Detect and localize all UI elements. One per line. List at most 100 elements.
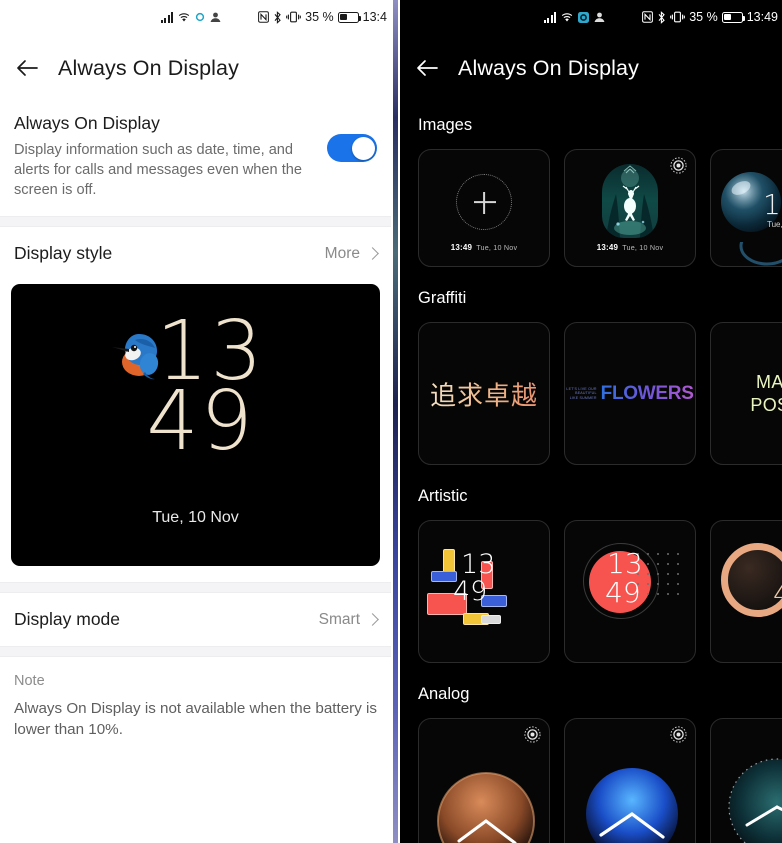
- artistic-card-row[interactable]: 13 49 13 49: [400, 520, 782, 663]
- deer-forest-art: [602, 164, 658, 239]
- vpn-icon-right: [593, 11, 606, 23]
- page-title-right: Always On Display: [458, 55, 639, 80]
- red-circle-minutes: 49: [605, 576, 641, 609]
- graffiti-make-line1: MAK: [756, 371, 782, 392]
- page-title: Always On Display: [58, 55, 239, 80]
- style-card-deer-forest[interactable]: 13:49 Tue, 10 Nov: [564, 149, 696, 267]
- app-bar-right: Always On Display: [400, 34, 782, 102]
- vpn-icon: [209, 11, 222, 23]
- display-mode-label: Display mode: [14, 609, 121, 630]
- location-icon-right: [578, 11, 590, 23]
- chevron-right-icon-2: [366, 613, 379, 626]
- display-style-preview-wrap[interactable]: 13 49 Tue, 10 Nov: [0, 280, 391, 583]
- note-body: Always On Display is not available when …: [14, 700, 377, 739]
- back-arrow-icon[interactable]: [14, 55, 40, 81]
- preview-clock-area: 13 49: [11, 310, 380, 484]
- vibrate-icon-right: [670, 11, 686, 23]
- card-timestamp-2: 13:49 Tue, 10 Nov: [565, 243, 695, 252]
- analog-blue-face: [586, 768, 678, 843]
- aod-row-title: Always On Display: [14, 113, 160, 133]
- section-label-graffiti: Graffiti: [418, 289, 467, 307]
- card-date-2: Tue, 10 Nov: [622, 243, 664, 252]
- note-heading: Note: [14, 673, 45, 690]
- bezel-edge: [393, 0, 398, 843]
- bluetooth-icon-right: [657, 10, 666, 24]
- signal-icon: [160, 11, 174, 23]
- bubble-reflection: [739, 242, 782, 266]
- style-card-red-circle[interactable]: 13 49: [564, 520, 696, 663]
- gear-icon-analog-2[interactable]: [670, 726, 687, 743]
- display-style-row[interactable]: Display style More: [0, 227, 391, 281]
- always-on-display-row[interactable]: Always On Display Display information su…: [0, 102, 391, 216]
- graffiti-make-group: MAK POSS: [711, 370, 782, 416]
- style-card-analog-blue[interactable]: [564, 718, 696, 843]
- card-date: Tue, 10 Nov: [476, 243, 518, 252]
- style-card-analog-teal[interactable]: 12: [710, 718, 782, 843]
- graffiti-cn-text: 追求卓越: [419, 375, 549, 412]
- nfc-icon-right: [642, 11, 654, 23]
- plus-icon[interactable]: [456, 174, 512, 231]
- graffiti-card-row[interactable]: 追求卓越 LET'S LIVE OUR BEAUTIFUL LIKE SUMMER …: [400, 322, 782, 465]
- gold-ring-minutes: 49: [773, 577, 782, 610]
- card-timestamp: 13:49 Tue, 10 Nov: [419, 243, 549, 252]
- section-divider: [0, 216, 391, 228]
- aod-row-description: Display information such as date, time, …: [14, 141, 302, 198]
- status-bar-left: 35 % 13:4: [0, 0, 391, 34]
- display-mode-value: Smart: [318, 610, 360, 628]
- style-card-graffiti-cn[interactable]: 追求卓越: [418, 322, 550, 465]
- section-divider-3: [0, 646, 391, 658]
- battery-icon: [337, 11, 361, 23]
- mondrian-minutes: 49: [453, 576, 488, 607]
- back-arrow-icon-right[interactable]: [414, 55, 440, 81]
- chevron-right-icon: [366, 247, 379, 260]
- card-time-2: 13:49: [596, 243, 619, 252]
- style-card-graffiti-make[interactable]: MAK POSS: [710, 322, 782, 465]
- gear-icon[interactable]: [670, 157, 687, 174]
- location-icon: [195, 12, 205, 22]
- style-card-bubble[interactable]: 13: Tue, 10: [710, 149, 782, 267]
- style-card-gold-ring[interactable]: 1 49: [710, 520, 782, 663]
- app-bar-left: Always On Display: [0, 34, 391, 102]
- signal-icon-right: [543, 11, 557, 23]
- graffiti-flowers-subtext: LET'S LIVE OUR BEAUTIFUL LIKE SUMMER: [566, 386, 597, 400]
- bluetooth-icon: [273, 10, 282, 24]
- status-bar-clock-right: 13:49: [746, 10, 778, 24]
- display-mode-row[interactable]: Display mode Smart: [0, 593, 391, 647]
- preview-digits: 13 49: [103, 310, 289, 484]
- analog-copper-face: [437, 772, 535, 843]
- aod-preview-card[interactable]: 13 49 Tue, 10 Nov: [11, 284, 380, 567]
- bubble-card-date: Tue, 10: [767, 220, 782, 229]
- right-phone-screen: 35 % 13:49 Always On Display Images 13:4…: [400, 0, 782, 843]
- aod-toggle-switch[interactable]: [327, 134, 377, 162]
- status-bar-right: 35 % 13:49: [400, 0, 782, 34]
- images-card-row[interactable]: 13:49 Tue, 10 Nov 13:49 Tue, 10 Nov 1 Tu…: [400, 149, 782, 267]
- analog-teal-face: [728, 758, 782, 843]
- graffiti-make-line2: POSS: [750, 394, 782, 415]
- section-label-artistic: Artistic: [418, 487, 468, 505]
- style-card-graffiti-flowers[interactable]: LET'S LIVE OUR BEAUTIFUL LIKE SUMMER FLOWE…: [564, 322, 696, 465]
- dual-screenshot-stage: 35 % 13:4 Always On Display Always On Di…: [0, 0, 782, 843]
- display-style-label: Display style: [14, 243, 113, 264]
- style-card-mondrian[interactable]: 13 49: [418, 520, 550, 663]
- battery-percent-label-right: 35 %: [689, 10, 718, 24]
- gear-icon-analog-1[interactable]: [524, 726, 541, 743]
- analog-card-row[interactable]: 12: [400, 718, 782, 843]
- bubble-card-time: 13:: [763, 188, 782, 221]
- style-card-add[interactable]: 13:49 Tue, 10 Nov: [418, 149, 550, 267]
- battery-icon-right: [721, 11, 745, 23]
- wifi-icon: [177, 11, 191, 23]
- section-label-analog: Analog: [418, 685, 470, 703]
- dot-grid-decor: [637, 553, 681, 601]
- display-style-value: More: [324, 244, 360, 262]
- left-phone-screen: 35 % 13:4 Always On Display Always On Di…: [0, 0, 391, 843]
- preview-date: Tue, 10 Nov: [152, 509, 239, 527]
- vibrate-icon: [286, 11, 302, 23]
- section-divider-2: [0, 582, 391, 594]
- nfc-icon: [258, 11, 270, 23]
- wifi-icon-right: [560, 11, 574, 23]
- section-label-images: Images: [418, 116, 473, 134]
- phone-bezel-divider: [391, 0, 400, 843]
- style-card-analog-copper[interactable]: [418, 718, 550, 843]
- battery-percent-label: 35 %: [305, 10, 334, 24]
- kingfisher-bird-icon: [109, 324, 171, 386]
